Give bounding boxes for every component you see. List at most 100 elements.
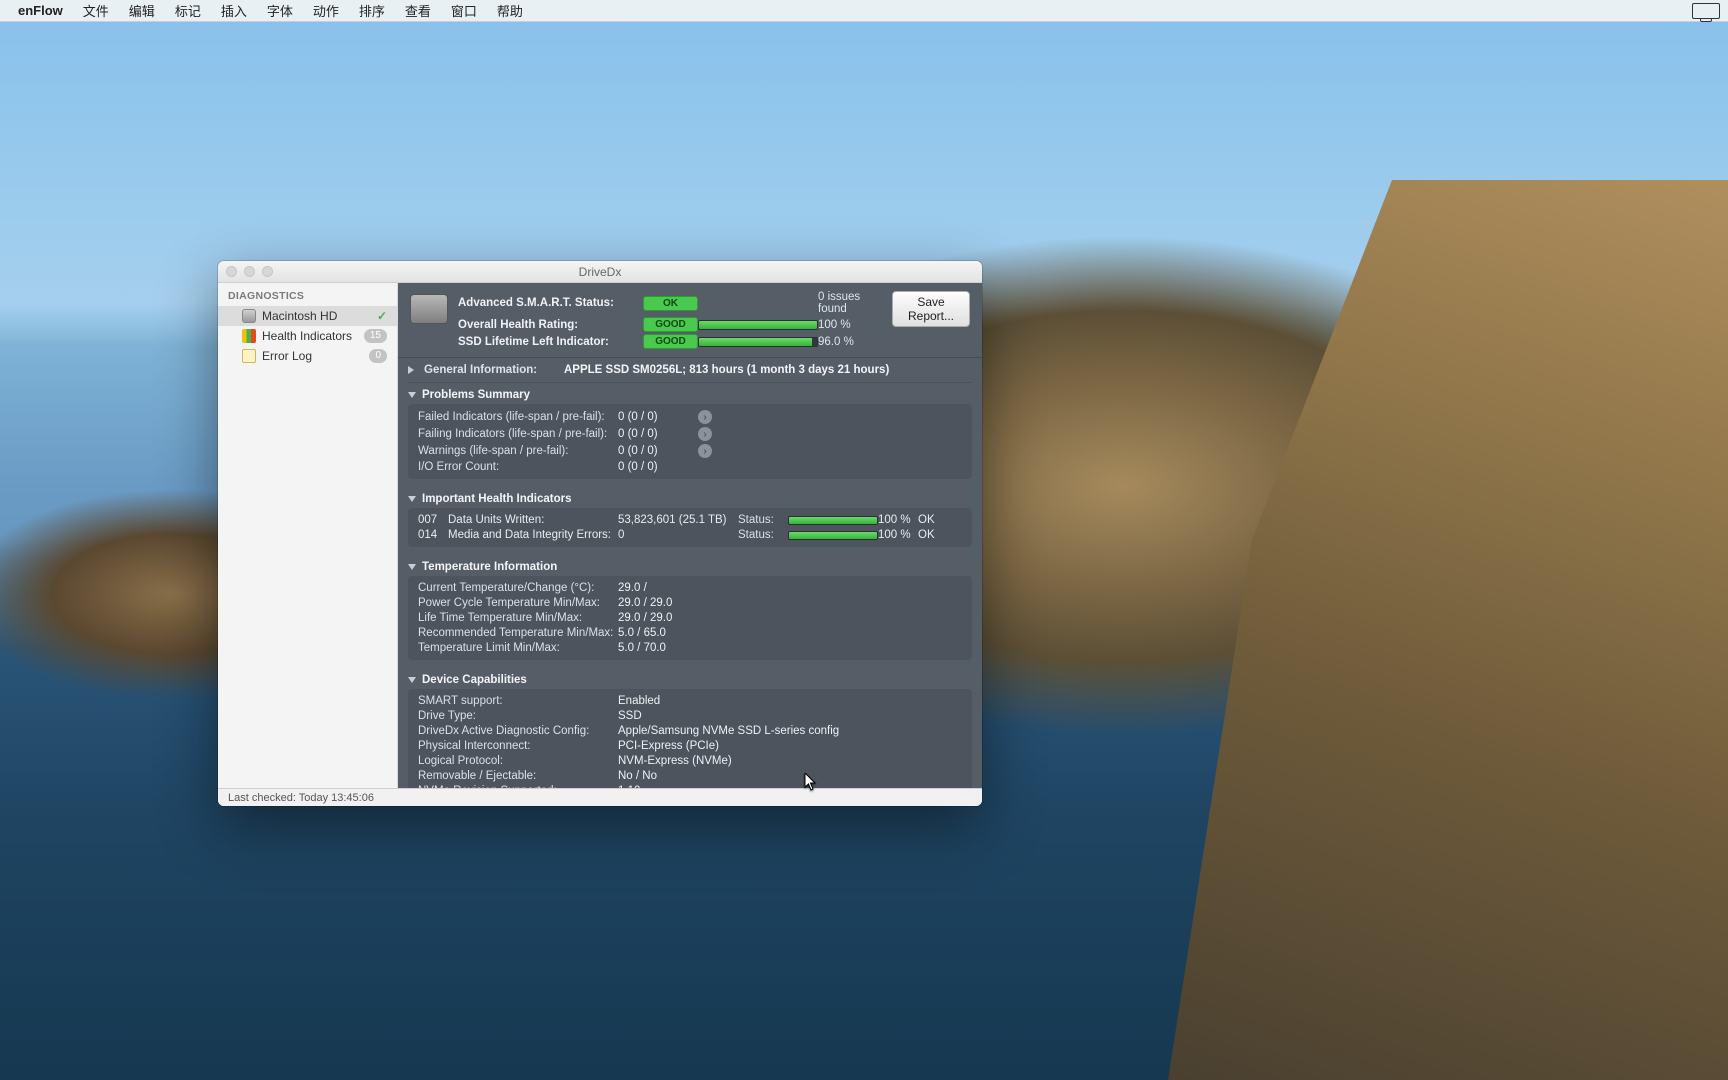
temperature-row-value: 29.0 / 29.0 (618, 612, 962, 624)
sidebar-item-label: Error Log (262, 349, 369, 363)
menubar-item[interactable]: 编辑 (119, 1, 165, 20)
problem-row-value: 0 (0 / 0) (618, 461, 698, 473)
sidebar-item-drive[interactable]: Macintosh HD ✓ (218, 306, 397, 326)
menubar-app-name[interactable]: enFlow (8, 3, 73, 18)
sidebar-item-label: Macintosh HD (262, 309, 387, 323)
device-capabilities-header[interactable]: Device Capabilities (408, 668, 972, 689)
minimize-icon[interactable] (244, 266, 255, 277)
problems-summary-header[interactable]: Problems Summary (408, 383, 972, 404)
log-icon (242, 349, 256, 363)
important-health-indicators-header[interactable]: Important Health Indicators (408, 487, 972, 508)
temperature-row-value: 29.0 / (618, 582, 962, 594)
chevron-right-icon[interactable]: › (698, 444, 712, 458)
content-pane: Advanced S.M.A.R.T. Status: OK 0 issues … (398, 283, 982, 788)
ihi-status-bar (788, 516, 878, 525)
issues-found-text: 0 issues found (818, 291, 878, 315)
temperature-row-value: 29.0 / 29.0 (618, 597, 962, 609)
menubar-item[interactable]: 窗口 (441, 1, 487, 20)
window-traffic-lights[interactable] (226, 266, 273, 277)
capability-row-label: Removable / Ejectable: (418, 770, 618, 782)
chevron-right-icon[interactable]: › (698, 410, 712, 424)
device-capabilities-block: SMART support:EnabledDrive Type:SSDDrive… (408, 689, 972, 788)
capability-row-value: Enabled (618, 695, 962, 707)
menubar-item[interactable]: 插入 (211, 1, 257, 20)
ihi-status-bar (788, 531, 878, 540)
ihi-percent: 100 % (878, 514, 918, 526)
chart-bars-icon (242, 329, 256, 343)
disclosure-triangle-icon (408, 392, 416, 398)
overall-health-label: Overall Health Rating: (458, 319, 643, 331)
capability-row-label: Logical Protocol: (418, 755, 618, 767)
check-icon: ✓ (377, 309, 387, 323)
overall-health-percent: 100 % (818, 319, 878, 331)
general-info-value: APPLE SSD SM0256L; 813 hours (1 month 3 … (564, 364, 889, 376)
menubar-item[interactable]: 帮助 (487, 1, 533, 20)
temperature-row-label: Temperature Limit Min/Max: (418, 642, 618, 654)
ihi-name: Media and Data Integrity Errors: (448, 529, 618, 541)
ihi-name: Data Units Written: (448, 514, 618, 526)
capability-row-value: NVM-Express (NVMe) (618, 755, 962, 767)
overall-health-bar (698, 320, 818, 330)
menubar-item[interactable]: 标记 (165, 1, 211, 20)
window-titlebar[interactable]: DriveDx (218, 261, 982, 283)
menubar-item[interactable]: 文件 (73, 1, 119, 20)
window-title: DriveDx (579, 265, 622, 279)
capability-row-value: SSD (618, 710, 962, 722)
disclosure-triangle-icon (408, 366, 414, 374)
smart-status-pill: OK (643, 296, 698, 311)
capability-row-label: DriveDx Active Diagnostic Config: (418, 725, 618, 737)
temperature-row-label: Recommended Temperature Min/Max: (418, 627, 618, 639)
menubar-item[interactable]: 排序 (349, 1, 395, 20)
capability-row-label: Drive Type: (418, 710, 618, 722)
smart-status-label: Advanced S.M.A.R.T. Status: (458, 297, 643, 309)
sidebar-section-header: DIAGNOSTICS (218, 283, 397, 306)
section-title-label: Problems Summary (422, 389, 530, 401)
ssd-lifetime-pill: GOOD (643, 334, 698, 349)
chevron-right-icon[interactable]: › (698, 427, 712, 441)
sidebar-item-error-log[interactable]: Error Log 0 (218, 346, 397, 366)
problem-row-label: I/O Error Count: (418, 461, 618, 473)
menubar-tray-icon[interactable] (1692, 3, 1720, 19)
disclosure-triangle-icon (408, 496, 416, 502)
temperature-row-value: 5.0 / 65.0 (618, 627, 962, 639)
problem-row-value: 0 (0 / 0) (618, 411, 698, 423)
temperature-information-header[interactable]: Temperature Information (408, 555, 972, 576)
capability-row-label: SMART support: (418, 695, 618, 707)
ihi-status-label: Status: (738, 514, 788, 526)
ihi-ok: OK (918, 514, 948, 526)
ihi-status-label: Status: (738, 529, 788, 541)
zoom-icon[interactable] (262, 266, 273, 277)
capability-row-value: No / No (618, 770, 962, 782)
problem-row-label: Warnings (life-span / pre-fail): (418, 445, 618, 457)
temperature-row-label: Life Time Temperature Min/Max: (418, 612, 618, 624)
temperature-row-value: 5.0 / 70.0 (618, 642, 962, 654)
ihi-value: 0 (618, 529, 738, 541)
ihi-ok: OK (918, 529, 948, 541)
problem-row-label: Failing Indicators (life-span / pre-fail… (418, 428, 618, 440)
window-status-bar: Last checked: Today 13:45:06 (218, 788, 982, 806)
problem-row-value: 0 (0 / 0) (618, 428, 698, 440)
sidebar-item-health-indicators[interactable]: Health Indicators 15 (218, 326, 397, 346)
close-icon[interactable] (226, 266, 237, 277)
last-checked-text: Last checked: Today 13:45:06 (228, 792, 374, 804)
section-title-label: Important Health Indicators (422, 493, 572, 505)
general-information-row[interactable]: General Information: APPLE SSD SM0256L; … (408, 358, 972, 383)
status-summary: Advanced S.M.A.R.T. Status: OK 0 issues … (398, 283, 982, 358)
ihi-percent: 100 % (878, 529, 918, 541)
content-scroll[interactable]: General Information: APPLE SSD SM0256L; … (398, 358, 982, 788)
system-menubar: enFlow 文件 编辑 标记 插入 字体 动作 排序 查看 窗口 帮助 (0, 0, 1728, 22)
menubar-item[interactable]: 动作 (303, 1, 349, 20)
problem-row-value: 0 (0 / 0) (618, 445, 698, 457)
count-badge: 15 (364, 329, 387, 343)
ihi-value: 53,823,601 (25.1 TB) (618, 514, 738, 526)
menubar-item[interactable]: 查看 (395, 1, 441, 20)
temperature-information-block: Current Temperature/Change (°C):29.0 /Po… (408, 576, 972, 660)
save-report-button[interactable]: Save Report... (892, 291, 970, 327)
capability-row-value: Apple/Samsung NVMe SSD L-series config (618, 725, 962, 737)
problems-summary-block: Failed Indicators (life-span / pre-fail)… (408, 404, 972, 479)
menubar-item[interactable]: 字体 (257, 1, 303, 20)
temperature-row-label: Power Cycle Temperature Min/Max: (418, 597, 618, 609)
disclosure-triangle-icon (408, 564, 416, 570)
drive-icon (410, 294, 448, 324)
ssd-lifetime-percent: 96.0 % (818, 336, 878, 348)
